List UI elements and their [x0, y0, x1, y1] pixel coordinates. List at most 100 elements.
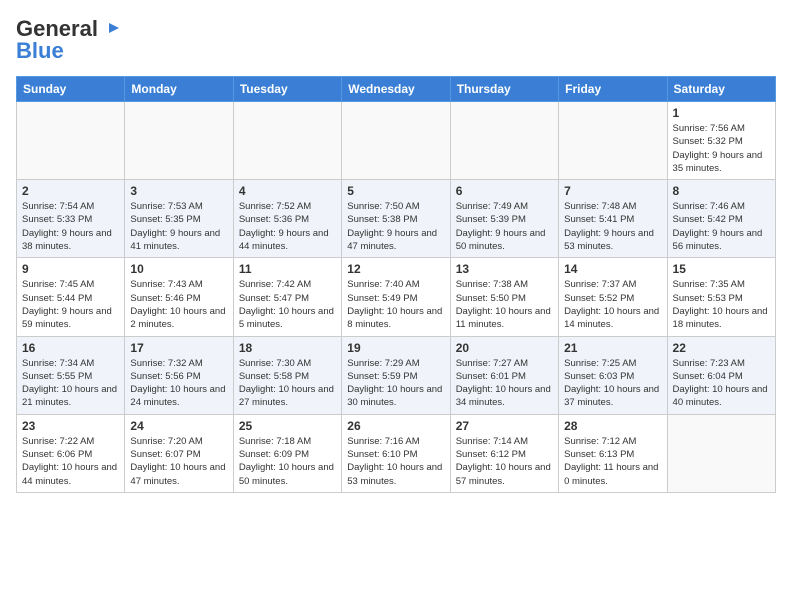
- weekday-header: Saturday: [667, 77, 775, 102]
- calendar-day-cell: 11 Sunrise: 7:42 AM Sunset: 5:47 PM Dayli…: [233, 258, 341, 336]
- day-info: Sunrise: 7:56 AM Sunset: 5:32 PM Dayligh…: [673, 122, 770, 175]
- calendar-day-cell: [17, 102, 125, 180]
- day-number: 20: [456, 341, 553, 355]
- day-info: Sunrise: 7:38 AM Sunset: 5:50 PM Dayligh…: [456, 278, 553, 331]
- day-info: Sunrise: 7:20 AM Sunset: 6:07 PM Dayligh…: [130, 435, 227, 488]
- calendar-day-cell: 7Sunrise: 7:48 AM Sunset: 5:41 PM Daylig…: [559, 180, 667, 258]
- day-number: 10: [130, 262, 227, 276]
- calendar-day-cell: 13 Sunrise: 7:38 AM Sunset: 5:50 PM Dayli…: [450, 258, 558, 336]
- logo: General Blue: [16, 16, 121, 64]
- day-number: 5: [347, 184, 444, 198]
- day-number: 1: [673, 106, 770, 120]
- calendar-day-cell: 15 Sunrise: 7:35 AM Sunset: 5:53 PM Dayli…: [667, 258, 775, 336]
- calendar-day-cell: [559, 102, 667, 180]
- weekday-header: Tuesday: [233, 77, 341, 102]
- day-number: 8: [673, 184, 770, 198]
- calendar-week-row: 9 Sunrise: 7:45 AM Sunset: 5:44 PM Daylig…: [17, 258, 776, 336]
- day-info: Sunrise: 7:30 AM Sunset: 5:58 PM Dayligh…: [239, 357, 336, 410]
- day-info: Sunrise: 7:29 AM Sunset: 5:59 PM Dayligh…: [347, 357, 444, 410]
- day-number: 9: [22, 262, 119, 276]
- weekday-header: Wednesday: [342, 77, 450, 102]
- day-info: Sunrise: 7:37 AM Sunset: 5:52 PM Dayligh…: [564, 278, 661, 331]
- calendar-day-cell: 8 Sunrise: 7:46 AM Sunset: 5:42 PM Daylig…: [667, 180, 775, 258]
- day-info: Sunrise: 7:40 AM Sunset: 5:49 PM Dayligh…: [347, 278, 444, 331]
- calendar-day-cell: 1 Sunrise: 7:56 AM Sunset: 5:32 PM Daylig…: [667, 102, 775, 180]
- day-number: 19: [347, 341, 444, 355]
- calendar-day-cell: 9 Sunrise: 7:45 AM Sunset: 5:44 PM Daylig…: [17, 258, 125, 336]
- calendar-day-cell: 23 Sunrise: 7:22 AM Sunset: 6:06 PM Dayli…: [17, 414, 125, 492]
- calendar-day-cell: 2 Sunrise: 7:54 AM Sunset: 5:33 PM Daylig…: [17, 180, 125, 258]
- day-number: 14: [564, 262, 661, 276]
- day-info: Sunrise: 7:25 AM Sunset: 6:03 PM Dayligh…: [564, 357, 661, 410]
- day-info: Sunrise: 7:18 AM Sunset: 6:09 PM Dayligh…: [239, 435, 336, 488]
- calendar-header-row: SundayMondayTuesdayWednesdayThursdayFrid…: [17, 77, 776, 102]
- weekday-header: Monday: [125, 77, 233, 102]
- day-info: Sunrise: 7:16 AM Sunset: 6:10 PM Dayligh…: [347, 435, 444, 488]
- day-info: Sunrise: 7:35 AM Sunset: 5:53 PM Dayligh…: [673, 278, 770, 331]
- weekday-header: Sunday: [17, 77, 125, 102]
- calendar-day-cell: 12 Sunrise: 7:40 AM Sunset: 5:49 PM Dayli…: [342, 258, 450, 336]
- day-number: 28: [564, 419, 661, 433]
- calendar-day-cell: 18 Sunrise: 7:30 AM Sunset: 5:58 PM Dayli…: [233, 336, 341, 414]
- calendar-week-row: 16Sunrise: 7:34 AM Sunset: 5:55 PM Dayli…: [17, 336, 776, 414]
- calendar-week-row: 2 Sunrise: 7:54 AM Sunset: 5:33 PM Daylig…: [17, 180, 776, 258]
- day-info: Sunrise: 7:46 AM Sunset: 5:42 PM Dayligh…: [673, 200, 770, 253]
- day-info: Sunrise: 7:32 AM Sunset: 5:56 PM Dayligh…: [130, 357, 227, 410]
- day-info: Sunrise: 7:49 AM Sunset: 5:39 PM Dayligh…: [456, 200, 553, 253]
- calendar-day-cell: 22 Sunrise: 7:23 AM Sunset: 6:04 PM Dayli…: [667, 336, 775, 414]
- day-number: 22: [673, 341, 770, 355]
- day-number: 18: [239, 341, 336, 355]
- day-info: Sunrise: 7:43 AM Sunset: 5:46 PM Dayligh…: [130, 278, 227, 331]
- weekday-header: Thursday: [450, 77, 558, 102]
- calendar-table: SundayMondayTuesdayWednesdayThursdayFrid…: [16, 76, 776, 493]
- day-number: 25: [239, 419, 336, 433]
- day-number: 17: [130, 341, 227, 355]
- day-info: Sunrise: 7:53 AM Sunset: 5:35 PM Dayligh…: [130, 200, 227, 253]
- calendar-day-cell: 16Sunrise: 7:34 AM Sunset: 5:55 PM Dayli…: [17, 336, 125, 414]
- calendar-day-cell: 14 Sunrise: 7:37 AM Sunset: 5:52 PM Dayli…: [559, 258, 667, 336]
- calendar-day-cell: 21 Sunrise: 7:25 AM Sunset: 6:03 PM Dayli…: [559, 336, 667, 414]
- calendar-day-cell: [667, 414, 775, 492]
- day-info: Sunrise: 7:52 AM Sunset: 5:36 PM Dayligh…: [239, 200, 336, 253]
- day-number: 4: [239, 184, 336, 198]
- day-info: Sunrise: 7:27 AM Sunset: 6:01 PM Dayligh…: [456, 357, 553, 410]
- day-number: 12: [347, 262, 444, 276]
- weekday-header: Friday: [559, 77, 667, 102]
- calendar-day-cell: 27Sunrise: 7:14 AM Sunset: 6:12 PM Dayli…: [450, 414, 558, 492]
- day-number: 27: [456, 419, 553, 433]
- day-number: 6: [456, 184, 553, 198]
- calendar-day-cell: 25 Sunrise: 7:18 AM Sunset: 6:09 PM Dayli…: [233, 414, 341, 492]
- day-info: Sunrise: 7:42 AM Sunset: 5:47 PM Dayligh…: [239, 278, 336, 331]
- day-number: 2: [22, 184, 119, 198]
- calendar-day-cell: 5 Sunrise: 7:50 AM Sunset: 5:38 PM Daylig…: [342, 180, 450, 258]
- day-number: 7: [564, 184, 661, 198]
- calendar-day-cell: 24Sunrise: 7:20 AM Sunset: 6:07 PM Dayli…: [125, 414, 233, 492]
- day-number: 11: [239, 262, 336, 276]
- day-info: Sunrise: 7:54 AM Sunset: 5:33 PM Dayligh…: [22, 200, 119, 253]
- day-info: Sunrise: 7:12 AM Sunset: 6:13 PM Dayligh…: [564, 435, 661, 488]
- calendar-week-row: 1 Sunrise: 7:56 AM Sunset: 5:32 PM Daylig…: [17, 102, 776, 180]
- logo-blue-text: Blue: [16, 38, 64, 64]
- calendar-day-cell: 4 Sunrise: 7:52 AM Sunset: 5:36 PM Daylig…: [233, 180, 341, 258]
- calendar-day-cell: 19 Sunrise: 7:29 AM Sunset: 5:59 PM Dayli…: [342, 336, 450, 414]
- calendar-day-cell: 20 Sunrise: 7:27 AM Sunset: 6:01 PM Dayli…: [450, 336, 558, 414]
- page-header: General Blue: [16, 16, 776, 64]
- day-info: Sunrise: 7:22 AM Sunset: 6:06 PM Dayligh…: [22, 435, 119, 488]
- calendar-day-cell: [233, 102, 341, 180]
- calendar-day-cell: 17 Sunrise: 7:32 AM Sunset: 5:56 PM Dayli…: [125, 336, 233, 414]
- day-number: 13: [456, 262, 553, 276]
- day-number: 26: [347, 419, 444, 433]
- day-info: Sunrise: 7:34 AM Sunset: 5:55 PM Dayligh…: [22, 357, 119, 410]
- day-number: 21: [564, 341, 661, 355]
- calendar-day-cell: 6 Sunrise: 7:49 AM Sunset: 5:39 PM Daylig…: [450, 180, 558, 258]
- logo-flag-icon: [101, 19, 121, 39]
- calendar-week-row: 23 Sunrise: 7:22 AM Sunset: 6:06 PM Dayli…: [17, 414, 776, 492]
- calendar-day-cell: 3Sunrise: 7:53 AM Sunset: 5:35 PM Daylig…: [125, 180, 233, 258]
- day-number: 15: [673, 262, 770, 276]
- day-info: Sunrise: 7:23 AM Sunset: 6:04 PM Dayligh…: [673, 357, 770, 410]
- day-info: Sunrise: 7:45 AM Sunset: 5:44 PM Dayligh…: [22, 278, 119, 331]
- calendar-day-cell: [125, 102, 233, 180]
- day-info: Sunrise: 7:50 AM Sunset: 5:38 PM Dayligh…: [347, 200, 444, 253]
- calendar-day-cell: [342, 102, 450, 180]
- day-number: 23: [22, 419, 119, 433]
